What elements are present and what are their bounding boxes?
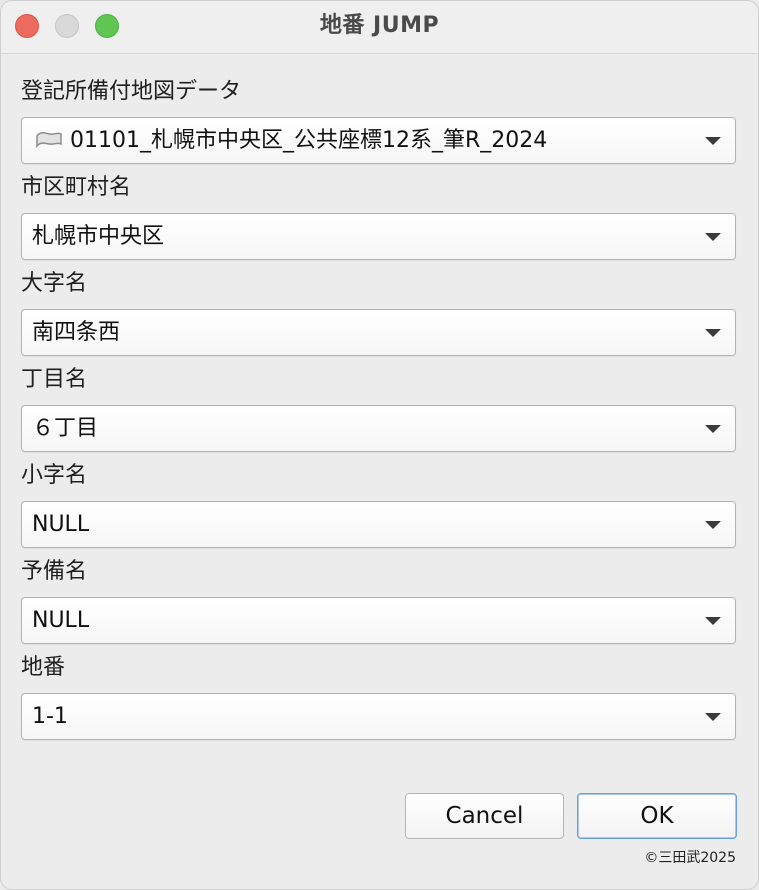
chevron-down-icon [705,329,721,337]
koaza-label: 小字名 [21,463,88,488]
municipality-value: 札幌市中央区 [32,224,165,249]
chevron-down-icon [705,137,721,145]
chome-combobox[interactable]: ６丁目 [21,405,736,452]
chevron-down-icon [705,521,721,529]
yobi-combobox[interactable]: NULL [21,597,736,644]
registry-map-combobox[interactable]: 01101_札幌市中央区_公共座標12系_筆R_2024 [21,117,736,164]
window-title: 地番 JUMP [319,13,440,38]
chome-label: 丁目名 [21,367,88,392]
chiban-label: 地番 [21,655,66,680]
chome-value: ６丁目 [32,416,99,441]
chevron-down-icon [705,233,721,241]
polygon-layer-icon [36,132,62,149]
chevron-down-icon [705,617,721,625]
municipality-label: 市区町村名 [21,175,132,200]
municipality-combobox[interactable]: 札幌市中央区 [21,213,736,260]
cancel-button[interactable]: Cancel [405,793,564,839]
yobi-label: 予備名 [21,559,88,584]
chiban-value: 1-1 [32,704,68,729]
registry-map-label: 登記所備付地図データ [21,79,242,104]
copyright-text: ©三田武2025 [644,850,736,866]
chiban-combobox[interactable]: 1-1 [21,693,736,740]
yobi-value: NULL [32,608,90,633]
chevron-down-icon [705,713,721,721]
jump-dialog-window: 地番 JUMP 登記所備付地図データ 01101_札幌市中央区_公共座標12系_… [0,0,759,890]
koaza-value: NULL [32,512,90,537]
oaza-value: 南四条西 [32,320,121,345]
oaza-combobox[interactable]: 南四条西 [21,309,736,356]
koaza-combobox[interactable]: NULL [21,501,736,548]
registry-map-value: 01101_札幌市中央区_公共座標12系_筆R_2024 [70,128,548,153]
chevron-down-icon [705,425,721,433]
ok-button[interactable]: OK [577,793,737,839]
title-bar: 地番 JUMP [1,1,758,54]
oaza-label: 大字名 [21,271,88,296]
